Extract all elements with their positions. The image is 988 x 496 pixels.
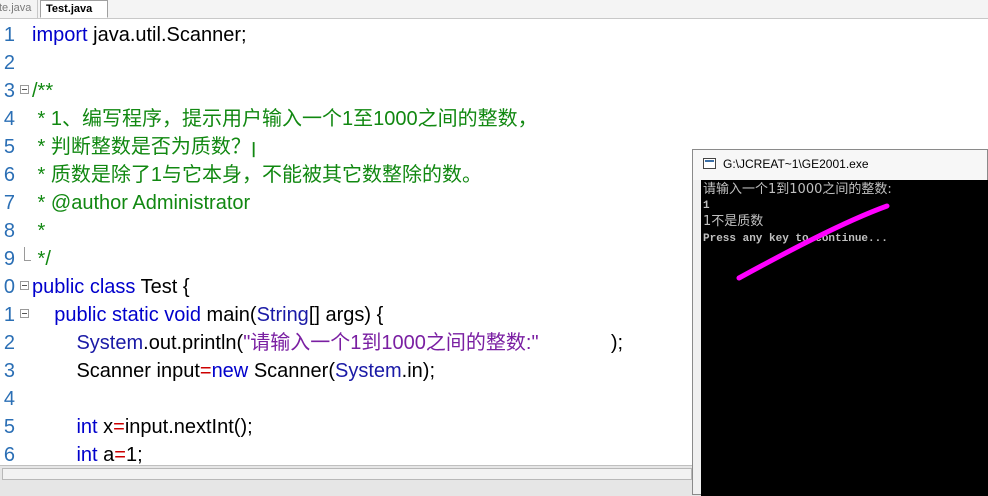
line-number: 3	[3, 360, 15, 382]
code-token: .out.println(	[143, 332, 244, 354]
line-number: 4	[3, 108, 15, 130]
console-title: G:\JCREAT~1\GE2001.exe	[723, 157, 869, 171]
code-token: int	[76, 416, 98, 438]
console-output-line: 请输入一个1到1000之间的整数:	[703, 182, 892, 197]
code-token: =	[199, 360, 212, 382]
code-text: int a=1;	[32, 441, 143, 465]
console-output-line: Press any key to continue...	[703, 233, 888, 245]
code-line[interactable]: 1 import java.util.Scanner;	[0, 21, 988, 49]
console-app-icon	[703, 158, 716, 169]
code-token: =	[114, 444, 126, 465]
fold-toggle-icon[interactable]	[20, 281, 29, 290]
code-token: * @author Administrator	[32, 192, 251, 214]
code-token: System	[334, 360, 402, 382]
line-number: 1	[3, 24, 15, 46]
code-token: .in);	[401, 360, 436, 382]
line-number: 0	[3, 276, 15, 298]
line-number: 5	[3, 136, 15, 158]
console-output-line: 1	[703, 200, 710, 212]
console-output[interactable]: 请输入一个1到1000之间的整数: 1 1不是质数 Press any key …	[701, 180, 988, 496]
code-token: Scanner input	[32, 360, 200, 382]
code-token: main(	[200, 304, 257, 326]
tab-previous-file[interactable]: te.java	[0, 0, 38, 18]
code-token: int	[76, 444, 98, 465]
fold-toggle-icon[interactable]	[20, 309, 29, 318]
code-token: *	[32, 220, 46, 242]
code-token: Test {	[135, 276, 190, 298]
line-number: 5	[3, 416, 15, 438]
code-token: Scanner(	[248, 360, 335, 382]
code-token: x	[97, 416, 114, 438]
editor-tab-bar: te.java Test.java	[0, 0, 988, 19]
code-token: [] args) {	[308, 304, 384, 326]
code-text: public static void main(String[] args) {	[32, 301, 383, 329]
code-text: * @author Administrator	[32, 189, 251, 217]
code-token: 1;	[125, 444, 143, 465]
code-text: Scanner input=new Scanner(System.in);	[32, 357, 435, 385]
code-token: public static void	[54, 304, 201, 326]
code-token: public class	[32, 276, 136, 298]
code-text: import java.util.Scanner;	[32, 21, 247, 49]
fold-end-marker	[24, 247, 31, 261]
fold-toggle-icon[interactable]	[20, 85, 29, 94]
code-token: );	[538, 332, 624, 354]
line-number: 6	[3, 444, 15, 465]
code-text: *	[32, 217, 46, 245]
code-text: * 质数是除了1与它本身，不能被其它数整除的数。	[32, 161, 482, 189]
code-token: input.nextInt();	[124, 416, 253, 438]
code-token: System	[76, 332, 144, 354]
line-number: 6	[3, 164, 15, 186]
code-token: * 判断整数是否为质数？ꞁ	[32, 136, 257, 158]
code-token: */	[32, 248, 51, 270]
code-token: java.util.Scanner;	[87, 24, 247, 46]
code-line[interactable]: 3 /**	[0, 77, 988, 105]
scrollbar-thumb[interactable]	[2, 468, 692, 480]
code-token: String	[256, 304, 309, 326]
line-number: 2	[3, 52, 15, 74]
code-token: /**	[32, 80, 54, 102]
code-token: =	[113, 416, 125, 438]
line-number: 8	[3, 220, 15, 242]
code-token: * 质数是除了1与它本身，不能被其它数整除的数。	[32, 164, 483, 186]
line-number: 4	[3, 388, 15, 410]
code-line[interactable]: 2	[0, 49, 988, 77]
code-text: /**	[32, 77, 53, 105]
console-titlebar[interactable]: G:\JCREAT~1\GE2001.exe	[693, 150, 987, 180]
code-token: import	[32, 24, 88, 46]
line-number: 1	[3, 304, 15, 326]
code-token: a	[97, 444, 115, 465]
code-text: int x=input.nextInt();	[32, 413, 253, 441]
console-output-line: 1不是质数	[703, 214, 764, 229]
code-token: new	[211, 360, 249, 382]
code-text: public class Test {	[32, 273, 190, 301]
code-text: * 判断整数是否为质数？ꞁ	[32, 133, 257, 161]
line-number: 2	[3, 332, 15, 354]
line-number: 3	[3, 80, 15, 102]
code-token: "请输入一个1到1000之间的整数:"	[243, 332, 539, 354]
code-token: * 1、编写程序，提示用户输入一个1至1000之间的整数，	[32, 108, 538, 130]
line-number: 9	[3, 248, 15, 270]
code-text: * 1、编写程序，提示用户输入一个1至1000之间的整数，	[32, 105, 538, 133]
code-text: */	[32, 245, 51, 273]
code-text: System.out.println("请输入一个1到1000之间的整数:" )…	[32, 329, 623, 357]
code-line[interactable]: 4 * 1、编写程序，提示用户输入一个1至1000之间的整数，	[0, 105, 988, 133]
tab-test-java[interactable]: Test.java	[40, 0, 108, 18]
console-window[interactable]: G:\JCREAT~1\GE2001.exe 请输入一个1到1000之间的整数:…	[692, 149, 988, 496]
line-number: 7	[3, 192, 15, 214]
